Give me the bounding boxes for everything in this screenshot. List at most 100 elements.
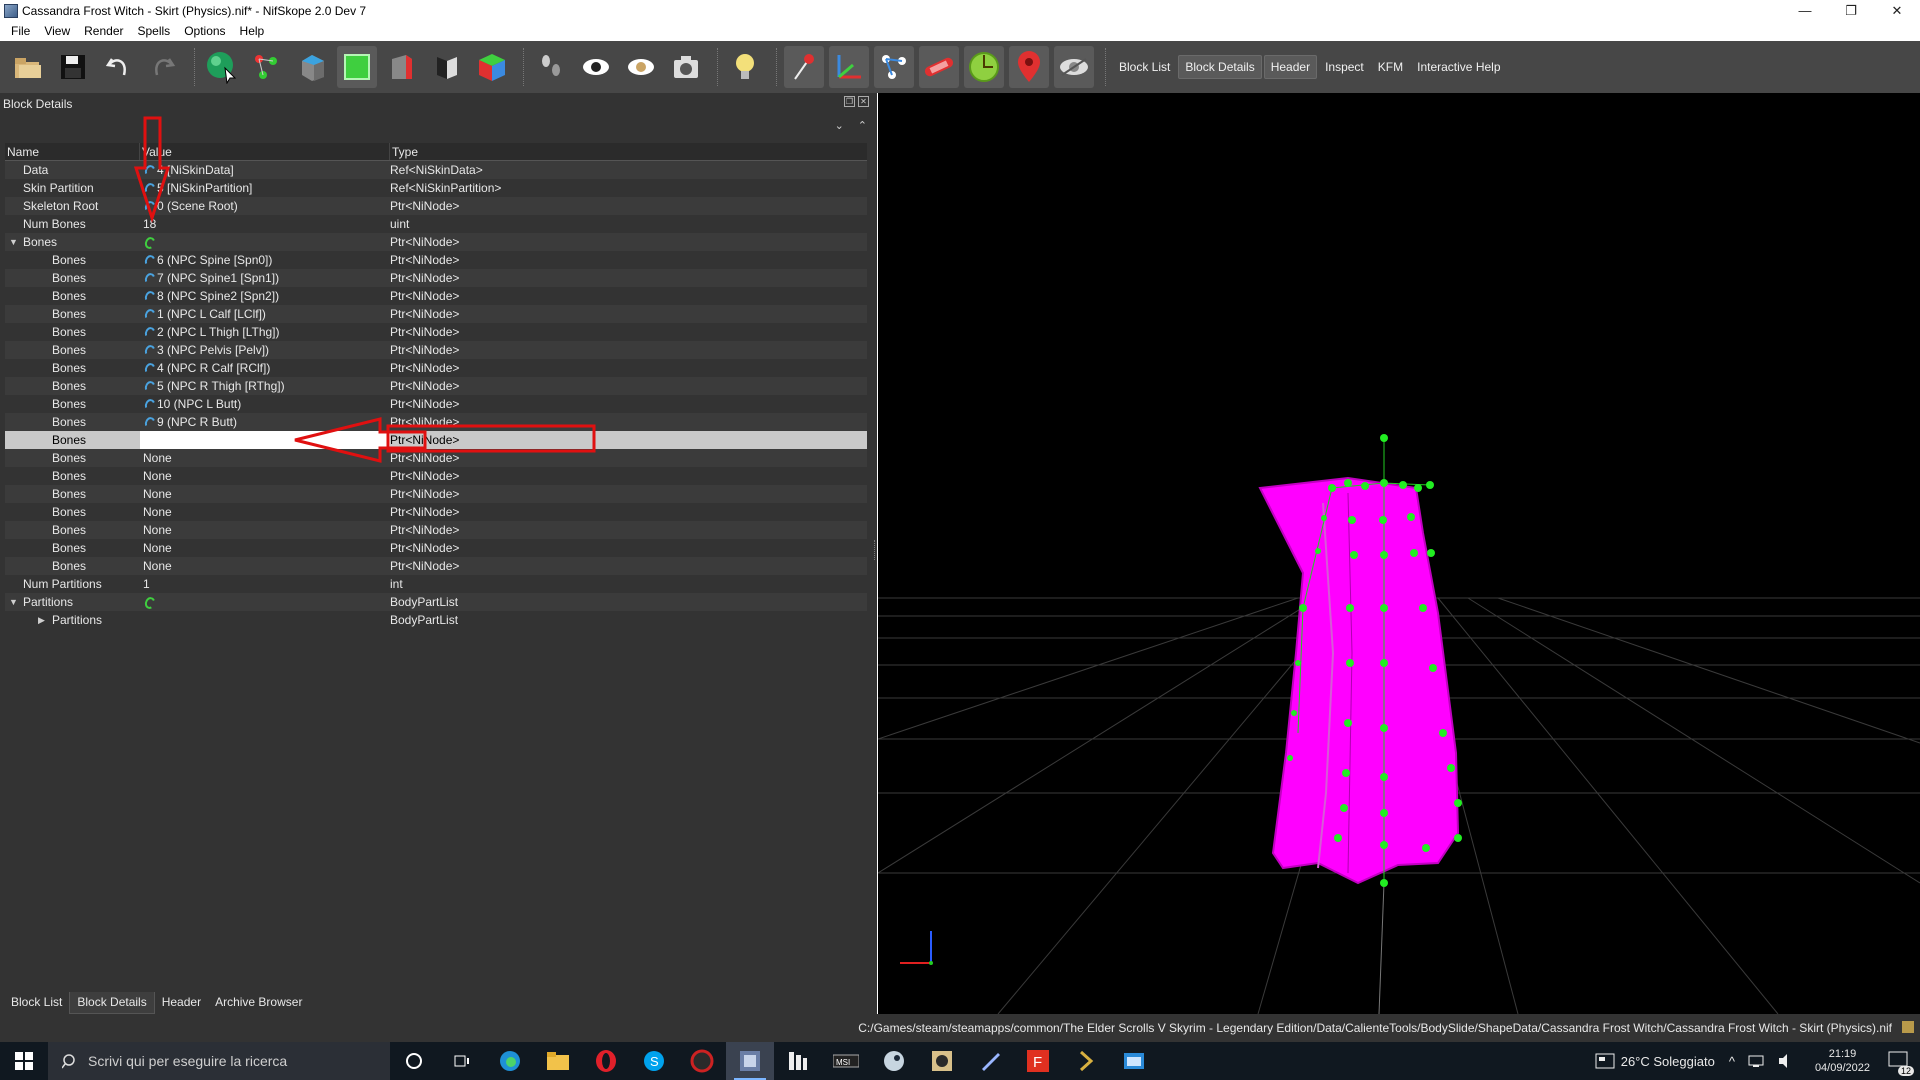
blender-tool-icon[interactable]	[966, 1042, 1014, 1080]
collapsed-arrow-icon[interactable]: ▶	[38, 611, 45, 629]
menu-spells[interactable]: Spells	[131, 21, 178, 41]
tree-row[interactable]: Bones 9 (NPC R Butt) Ptr<NiNode>	[5, 413, 867, 431]
open-file-icon[interactable]	[8, 46, 48, 88]
tree-row[interactable]: ▼ Bones Ptr<NiNode>	[5, 233, 867, 251]
row-value-cell[interactable]: 1 (NPC L Calf [LClf])	[140, 305, 390, 323]
toolbar-interactive-help-button[interactable]: Interactive Help	[1411, 56, 1506, 78]
windows-start-icon[interactable]	[0, 1042, 48, 1080]
edge-browser-icon[interactable]	[486, 1042, 534, 1080]
show-hidden-icons-chevron-icon[interactable]: ^	[1729, 1054, 1735, 1069]
tree-row[interactable]: Data 4 [NiSkinData] Ref<NiSkinData>	[5, 161, 867, 179]
tree-row[interactable]: Bones Ptr<NiNode>	[5, 431, 867, 449]
view-split-icon[interactable]	[427, 46, 467, 88]
show-axes-icon[interactable]	[829, 46, 869, 88]
menu-render[interactable]: Render	[77, 21, 130, 41]
link-icon[interactable]	[143, 254, 153, 266]
link-icon[interactable]	[143, 380, 153, 392]
toolbar-header-button[interactable]: Header	[1263, 55, 1318, 79]
tree-row[interactable]: Bones None Ptr<NiNode>	[5, 557, 867, 575]
steam-icon[interactable]	[870, 1042, 918, 1080]
skype-icon[interactable]: S	[630, 1042, 678, 1080]
menu-file[interactable]: File	[4, 21, 37, 41]
row-value-cell[interactable]: 2 (NPC L Thigh [LThg])	[140, 323, 390, 341]
task-view-icon[interactable]	[438, 1042, 486, 1080]
link-icon[interactable]	[143, 416, 153, 428]
link-icon[interactable]	[143, 290, 153, 302]
tree-row[interactable]: Bones None Ptr<NiNode>	[5, 485, 867, 503]
row-value-cell[interactable]: 5 [NiSkinPartition]	[140, 179, 390, 197]
tree-row[interactable]: Bones 5 (NPC R Thigh [RThg]) Ptr<NiNode>	[5, 377, 867, 395]
tree-row[interactable]: Bones 7 (NPC Spine1 [Spn1]) Ptr<NiNode>	[5, 269, 867, 287]
row-value-cell[interactable]	[140, 431, 390, 449]
paint-app-icon[interactable]	[918, 1042, 966, 1080]
row-value-cell[interactable]	[140, 233, 390, 251]
toolbar-kfm-button[interactable]: KFM	[1372, 56, 1409, 78]
f-app-icon[interactable]: F	[1014, 1042, 1062, 1080]
maximize-button[interactable]: ❐	[1828, 0, 1874, 21]
tree-row[interactable]: Num Bones 18 uint	[5, 215, 867, 233]
row-value-cell[interactable]: 3 (NPC Pelvis [Pelv])	[140, 341, 390, 359]
close-panel-icon[interactable]: ✕	[858, 96, 869, 107]
expand-all-icon[interactable]: ⌄	[835, 119, 844, 132]
toolbar-block-list-button[interactable]: Block List	[1113, 56, 1176, 78]
menu-options[interactable]: Options	[177, 21, 232, 41]
tree-row[interactable]: Skin Partition 5 [NiSkinPartition] Ref<NiS…	[5, 179, 867, 197]
link-icon[interactable]	[143, 182, 153, 194]
taskbar-search-input[interactable]: Scrivi qui per eseguire la ricerca	[48, 1042, 390, 1080]
tree-row[interactable]: Bones None Ptr<NiNode>	[5, 521, 867, 539]
row-value-cell[interactable]: 10 (NPC L Butt)	[140, 395, 390, 413]
tree-row[interactable]: Bones 10 (NPC L Butt) Ptr<NiNode>	[5, 395, 867, 413]
row-value-cell[interactable]: 8 (NPC Spine2 [Spn2])	[140, 287, 390, 305]
row-value-cell[interactable]: 4 (NPC R Calf [RClf])	[140, 359, 390, 377]
collapse-all-icon[interactable]: ⌃	[858, 119, 867, 132]
expanded-arrow-icon[interactable]: ▼	[9, 593, 18, 611]
show-constraints-icon[interactable]	[964, 46, 1004, 88]
taskbar-clock[interactable]: 21:19 04/09/2022	[1815, 1047, 1870, 1075]
tree-row[interactable]: ▶ Partitions BodyPartList	[5, 611, 867, 629]
tree-row[interactable]: Bones None Ptr<NiNode>	[5, 503, 867, 521]
refresh-icon[interactable]	[143, 596, 153, 608]
row-value-cell[interactable]: 7 (NPC Spine1 [Spn1])	[140, 269, 390, 287]
tree-row[interactable]: Num Partitions 1 int	[5, 575, 867, 593]
screenshot-camera-icon[interactable]	[666, 46, 706, 88]
row-value-cell[interactable]: None	[140, 503, 390, 521]
refresh-icon[interactable]	[143, 236, 153, 248]
tab-archive-browser[interactable]: Archive Browser	[208, 992, 309, 1014]
link-icon[interactable]	[143, 164, 153, 176]
toolbar-block-details-button[interactable]: Block Details	[1178, 55, 1262, 79]
select-object-icon[interactable]	[202, 46, 242, 88]
cortana-icon[interactable]	[390, 1042, 438, 1080]
save-icon[interactable]	[53, 46, 93, 88]
column-header-value[interactable]: Value	[140, 143, 390, 160]
minimize-button[interactable]: —	[1782, 0, 1828, 21]
undo-icon[interactable]	[98, 46, 138, 88]
toolbar-inspect-button[interactable]: Inspect	[1319, 56, 1370, 78]
tree-row[interactable]: Skeleton Root 0 (Scene Root) Ptr<NiNode>	[5, 197, 867, 215]
game-app-icon[interactable]	[678, 1042, 726, 1080]
tree-row[interactable]: Bones 2 (NPC L Thigh [LThg]) Ptr<NiNode>	[5, 323, 867, 341]
tree-row[interactable]: Bones 8 (NPC Spine2 [Spn2]) Ptr<NiNode>	[5, 287, 867, 305]
footprints-icon[interactable]	[531, 46, 571, 88]
tree-row[interactable]: Bones None Ptr<NiNode>	[5, 449, 867, 467]
row-value-cell[interactable]: None	[140, 467, 390, 485]
tab-block-details[interactable]: Block Details	[69, 992, 155, 1014]
nifskope-taskbar-icon[interactable]	[726, 1042, 774, 1080]
tree-row[interactable]: ▼ Partitions BodyPartList	[5, 593, 867, 611]
link-icon[interactable]	[143, 344, 153, 356]
notification-center-icon[interactable]: 12	[1888, 1051, 1914, 1076]
view-green-box-icon[interactable]	[337, 46, 377, 88]
show-axes-pin-icon[interactable]	[784, 46, 824, 88]
utility-app-icon[interactable]	[774, 1042, 822, 1080]
lighting-bulb-icon[interactable]	[725, 46, 765, 88]
tree-row[interactable]: Bones 3 (NPC Pelvis [Pelv]) Ptr<NiNode>	[5, 341, 867, 359]
tree-row[interactable]: Bones None Ptr<NiNode>	[5, 539, 867, 557]
show-markers-eye-icon[interactable]	[621, 46, 661, 88]
msi-afterburner-icon[interactable]: MSI	[822, 1042, 870, 1080]
menu-help[interactable]: Help	[233, 21, 272, 41]
row-value-cell[interactable]: 4 [NiSkinData]	[140, 161, 390, 179]
row-value-cell[interactable]: 0 (Scene Root)	[140, 197, 390, 215]
show-hidden-eye-icon[interactable]	[576, 46, 616, 88]
menu-view[interactable]: View	[37, 21, 77, 41]
float-panel-icon[interactable]: ❐	[844, 96, 855, 107]
panel-splitter[interactable]	[874, 540, 877, 560]
